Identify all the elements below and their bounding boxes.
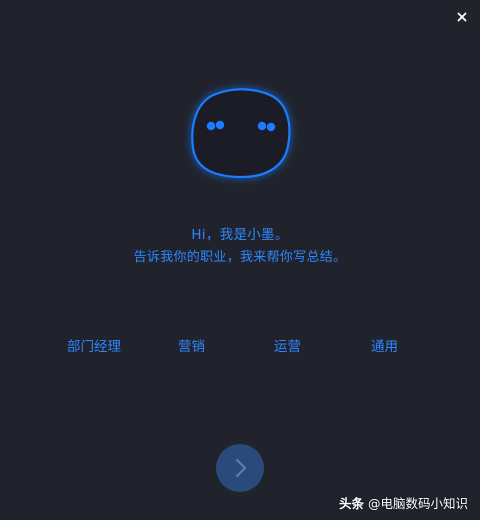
assistant-window: Hi，我是小墨。 告诉我你的职业，我来帮你写总结。 部门经理 营销 运营 通用 … xyxy=(0,0,480,520)
watermark: 头条 @电脑数码小知识 xyxy=(339,493,468,512)
close-icon xyxy=(457,12,467,22)
watermark-source: 头条 xyxy=(338,496,364,511)
profession-option-general[interactable]: 通用 xyxy=(371,335,398,355)
mascot-eye-left-2 xyxy=(215,120,225,130)
profession-option-operations[interactable]: 运营 xyxy=(274,335,301,355)
mascot-eye-left xyxy=(206,121,216,131)
watermark-handle: @电脑数码小知识 xyxy=(367,496,468,511)
mascot-eye-right xyxy=(257,121,267,131)
mascot-eye-right-2 xyxy=(266,122,276,132)
profession-option-department-manager[interactable]: 部门经理 xyxy=(67,335,121,355)
greeting-title: Hi，我是小墨。 xyxy=(191,227,289,243)
next-button[interactable] xyxy=(216,444,264,492)
chevron-right-icon xyxy=(236,459,246,477)
greeting-prompt: 告诉我你的职业，我来帮你写总结。 xyxy=(133,250,347,265)
profession-options: 部门经理 营销 运营 通用 xyxy=(0,335,480,355)
close-button[interactable] xyxy=(454,9,470,25)
mascot-avatar xyxy=(186,86,296,181)
profession-option-marketing[interactable]: 营销 xyxy=(178,335,205,355)
